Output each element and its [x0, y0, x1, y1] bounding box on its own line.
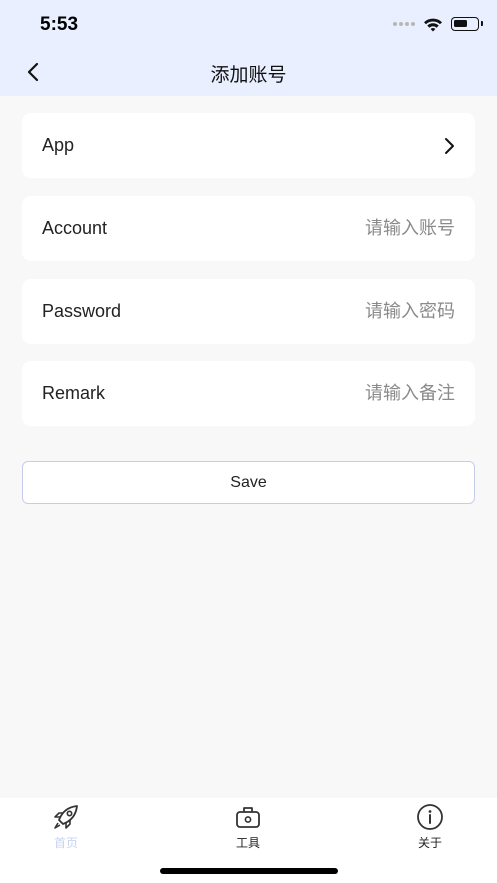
home-indicator: [160, 868, 338, 874]
rocket-icon: [54, 805, 78, 829]
save-button[interactable]: Save: [22, 461, 475, 504]
status-icons: [393, 15, 483, 33]
account-row: Account: [22, 196, 475, 261]
tab-home[interactable]: 首页: [21, 802, 111, 851]
password-row: Password: [22, 279, 475, 344]
tab-about[interactable]: 关于: [385, 802, 475, 851]
cellular-signal-icon: [393, 22, 415, 26]
tab-tools[interactable]: 工具: [203, 802, 293, 851]
account-input[interactable]: [235, 218, 455, 239]
account-label: Account: [42, 218, 108, 238]
header: 5:53 添加账号: [0, 0, 497, 96]
password-input[interactable]: [235, 301, 455, 322]
remark-row: Remark: [22, 361, 475, 426]
tab-home-label: 首页: [53, 836, 78, 850]
add-account-screen: 5:53 添加账号 App Account 请输入账号 Password 请输入…: [0, 0, 497, 883]
app-selector-row[interactable]: App: [22, 113, 475, 178]
app-label: App: [42, 135, 75, 155]
remark-label: Remark: [42, 383, 106, 403]
tab-about-label: 关于: [417, 836, 442, 850]
page-title: 添加账号: [210, 65, 287, 86]
password-label: Password: [42, 301, 122, 321]
info-icon: [417, 804, 443, 830]
battery-icon: [451, 17, 483, 31]
toolbox-icon: [236, 807, 260, 828]
tab-tools-label: 工具: [235, 836, 260, 850]
remark-input[interactable]: [235, 383, 455, 404]
chevron-right-icon: [443, 137, 455, 155]
status-time: 5:53: [40, 14, 79, 35]
wifi-icon: [424, 18, 442, 31]
